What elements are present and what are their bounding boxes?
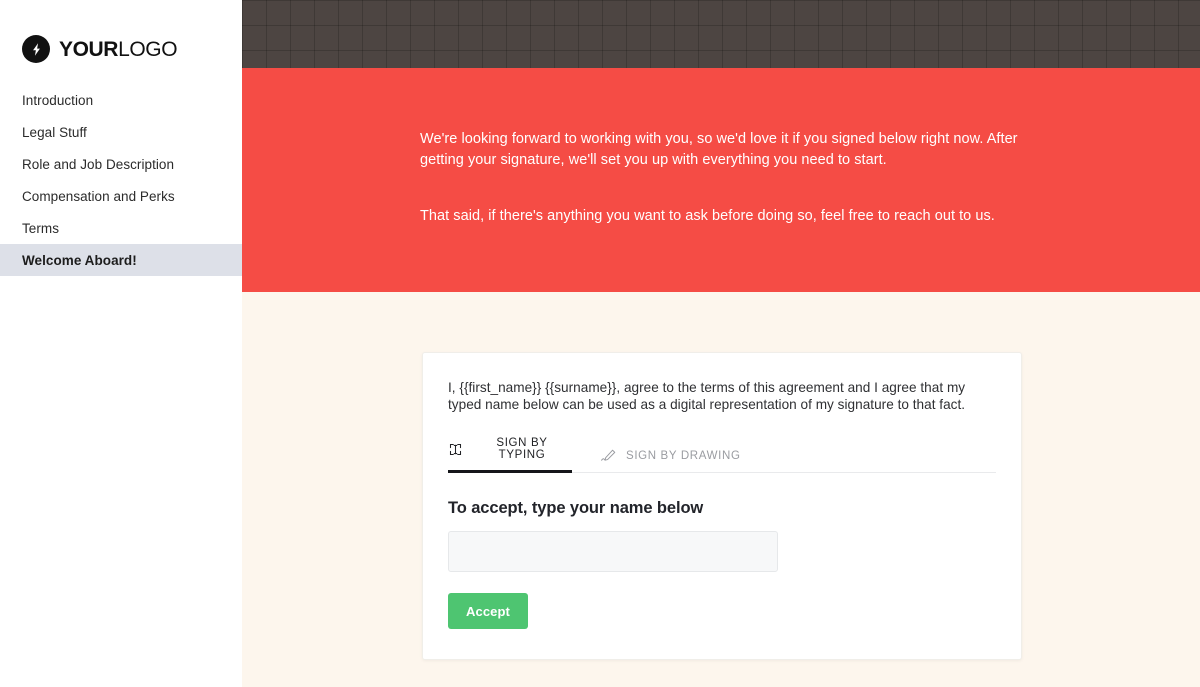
grid-pattern-header <box>242 0 1200 68</box>
tab-sign-by-drawing[interactable]: SIGN BY DRAWING <box>600 448 741 472</box>
logo-wordmark: YOURLOGO <box>59 37 178 61</box>
signature-card: I, {{first_name}} {{surname}}, agree to … <box>422 352 1022 660</box>
banner-paragraph-2: That said, if there's anything you want … <box>420 208 995 224</box>
sidebar-item-role-and-job-description[interactable]: Role and Job Description <box>0 148 242 180</box>
signature-method-tabs: SIGN BY TYPING SIGN BY DRAWING <box>448 437 996 473</box>
signature-section: I, {{first_name}} {{surname}}, agree to … <box>242 292 1200 687</box>
lightning-bolt-icon <box>22 35 50 63</box>
tab-sign-by-typing[interactable]: SIGN BY TYPING <box>448 437 572 473</box>
logo-word-light: LOGO <box>118 37 178 61</box>
sidebar-item-compensation-and-perks[interactable]: Compensation and Perks <box>0 180 242 212</box>
pen-draw-icon <box>600 448 617 463</box>
tab-label: SIGN BY DRAWING <box>626 449 741 462</box>
sidebar-item-introduction[interactable]: Introduction <box>0 84 242 116</box>
tab-label: SIGN BY TYPING <box>496 437 548 461</box>
form-title: To accept, type your name below <box>448 499 704 517</box>
main-content: We're looking forward to working with yo… <box>242 0 1200 687</box>
sidebar-nav: Introduction Legal Stuff Role and Job De… <box>0 84 242 276</box>
brand-logo[interactable]: YOURLOGO <box>0 0 242 70</box>
sidebar-item-legal-stuff[interactable]: Legal Stuff <box>0 116 242 148</box>
sidebar-item-welcome-aboard[interactable]: Welcome Aboard! <box>0 244 242 276</box>
text-cursor-input-icon <box>448 442 463 457</box>
sidebar-item-label: Role and Job Description <box>22 156 175 172</box>
sidebar-item-label: Legal Stuff <box>22 124 87 140</box>
sidebar-item-label: Terms <box>22 220 59 236</box>
logo-word-bold: YOUR <box>59 37 119 61</box>
signature-name-input[interactable] <box>448 531 778 572</box>
sidebar-item-label: Compensation and Perks <box>22 188 175 204</box>
banner-text-block: We're looking forward to working with yo… <box>420 129 1025 227</box>
onboarding-page: YOURLOGO Introduction Legal Stuff Role a… <box>0 0 1200 687</box>
sidebar-item-label: Introduction <box>22 92 94 108</box>
sidebar-item-label: Welcome Aboard! <box>22 252 137 268</box>
accept-button[interactable]: Accept <box>448 593 528 629</box>
sidebar: YOURLOGO Introduction Legal Stuff Role a… <box>0 0 242 687</box>
consent-text: I, {{first_name}} {{surname}}, agree to … <box>448 380 966 412</box>
sidebar-item-terms[interactable]: Terms <box>0 212 242 244</box>
red-banner: We're looking forward to working with yo… <box>242 68 1200 292</box>
banner-paragraph-1: We're looking forward to working with yo… <box>420 131 1018 168</box>
